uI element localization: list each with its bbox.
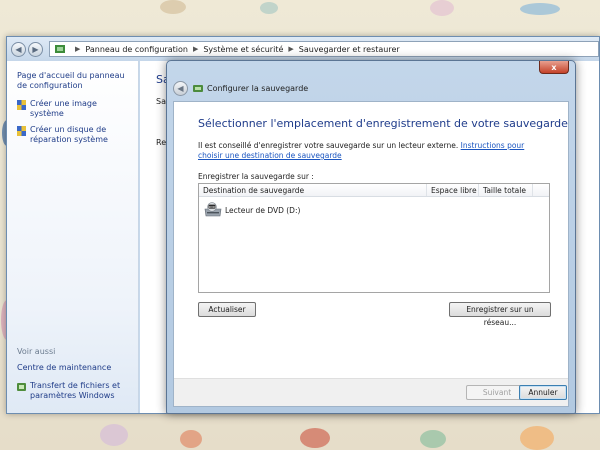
transfer-icon — [17, 383, 26, 391]
breadcrumb-control-panel[interactable]: Panneau de configuration — [85, 45, 188, 54]
dialog-back-button[interactable]: ◀ — [173, 81, 188, 96]
list-item[interactable]: DVD Lecteur de DVD (D:) — [199, 197, 549, 223]
wallpaper-decoration — [520, 426, 554, 450]
wallpaper-decoration — [420, 430, 446, 448]
dialog-description: Il est conseillé d'enregistrer votre sau… — [198, 141, 550, 161]
column-destination[interactable]: Destination de sauvegarde — [199, 184, 427, 196]
forward-button[interactable]: ▶ — [28, 41, 43, 57]
refresh-button[interactable]: Actualiser — [198, 302, 256, 317]
breadcrumb-separator: ▶ — [288, 45, 294, 53]
dialog-caption: Configurer la sauvegarde — [193, 83, 308, 93]
breadcrumb-separator: ▶ — [75, 45, 81, 53]
wallpaper-decoration — [430, 0, 454, 16]
drive-name: Lecteur de DVD (D:) — [225, 205, 301, 215]
svg-text:DVD: DVD — [209, 205, 216, 209]
wallpaper-decoration — [520, 3, 560, 15]
task-create-repair-disc[interactable]: Créer un disque de réparation système — [17, 125, 130, 145]
breadcrumb-system-security[interactable]: Système et sécurité — [203, 45, 283, 54]
dialog-footer: Suivant Annuler — [174, 378, 568, 406]
breadcrumb[interactable]: ▶ Panneau de configuration ▶ Système et … — [49, 41, 599, 57]
wallpaper-decoration — [300, 428, 330, 448]
action-center-link[interactable]: Centre de maintenance — [17, 363, 132, 373]
dialog-caption-text: Configurer la sauvegarde — [207, 83, 309, 93]
control-panel-icon — [55, 45, 65, 53]
shield-icon — [17, 126, 26, 136]
column-free-space[interactable]: Espace libre — [427, 184, 479, 196]
description-text: Il est conseillé d'enregistrer votre sau… — [198, 141, 459, 150]
wallpaper-decoration — [180, 430, 202, 448]
backup-icon — [193, 85, 203, 92]
see-also-heading: Voir aussi — [17, 347, 56, 356]
breadcrumb-separator: ▶ — [192, 45, 199, 53]
easy-transfer-label: Transfert de fichiers et paramètres Wind… — [30, 381, 121, 400]
close-button[interactable]: x — [539, 61, 569, 74]
dialog-body: Sélectionner l'emplacement d'enregistrem… — [173, 101, 569, 407]
control-panel-home-link[interactable]: Page d'accueil du panneau de configurati… — [17, 71, 130, 91]
back-button[interactable]: ◀ — [11, 41, 26, 57]
task-label: Créer une image système — [30, 99, 97, 118]
wallpaper-decoration — [160, 0, 186, 14]
left-navigation-pane: Page d'accueil du panneau de configurati… — [7, 61, 139, 413]
dvd-drive-icon: DVD — [204, 202, 222, 217]
backup-setup-dialog: x ◀ Configurer la sauvegarde Sélectionne… — [166, 60, 576, 414]
shield-icon — [17, 100, 26, 110]
cancel-button[interactable]: Annuler — [519, 385, 567, 400]
destination-list[interactable]: Destination de sauvegarde Espace libre T… — [198, 183, 550, 293]
save-location-label: Enregistrer la sauvegarde sur : — [198, 172, 314, 181]
dialog-heading: Sélectionner l'emplacement d'enregistrem… — [198, 117, 568, 130]
see-also-section: Voir aussi Centre de maintenance Transfe… — [17, 347, 132, 407]
address-bar: ◀ ▶ ▶ Panneau de configuration ▶ Système… — [7, 37, 599, 61]
column-total-size[interactable]: Taille totale — [479, 184, 533, 196]
easy-transfer-link[interactable]: Transfert de fichiers et paramètres Wind… — [17, 381, 132, 401]
list-header: Destination de sauvegarde Espace libre T… — [199, 184, 549, 197]
task-create-system-image[interactable]: Créer une image système — [17, 99, 130, 119]
save-on-network-button[interactable]: Enregistrer sur un réseau... — [449, 302, 551, 327]
task-label: Créer un disque de réparation système — [30, 125, 108, 144]
wallpaper-decoration — [260, 2, 278, 14]
wallpaper-decoration — [100, 424, 128, 446]
breadcrumb-backup-restore[interactable]: Sauvegarder et restaurer — [299, 45, 400, 54]
